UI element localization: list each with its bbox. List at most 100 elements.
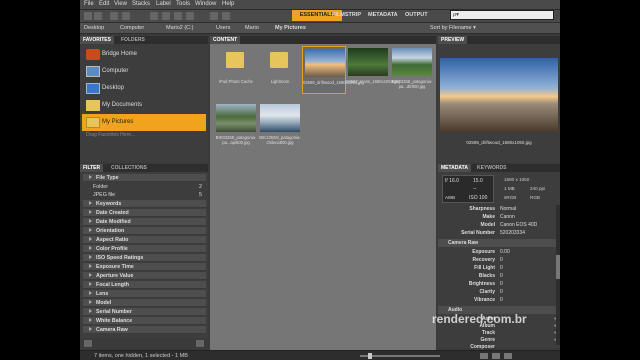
expand-icon bbox=[89, 264, 92, 268]
crumb-desktop[interactable]: Desktop bbox=[84, 25, 104, 31]
crumb-users[interactable]: Users bbox=[216, 25, 230, 31]
favorite-desktop[interactable]: Desktop bbox=[82, 80, 206, 97]
tab-metadata[interactable]: METADATA bbox=[438, 164, 471, 172]
menu-view[interactable]: View bbox=[114, 1, 127, 7]
filter-exposure-time[interactable]: Exposure Time bbox=[83, 263, 206, 271]
raw-blacks: Blacks 0 bbox=[478, 273, 503, 279]
menu-tools[interactable]: Tools bbox=[176, 1, 190, 7]
menu-window[interactable]: Window bbox=[195, 1, 216, 7]
rotate-right-icon[interactable] bbox=[222, 12, 230, 20]
view-list-icon[interactable] bbox=[504, 353, 512, 359]
tab-keywords[interactable]: KEYWORDS bbox=[474, 164, 509, 172]
filter-iso[interactable]: ISO Speed Ratings bbox=[83, 254, 206, 262]
search-icon: ρ▾ bbox=[453, 12, 459, 18]
expand-icon bbox=[89, 318, 92, 322]
filter-item-jpeg[interactable]: JPEG file 5 bbox=[83, 191, 206, 199]
favorite-computer[interactable]: Computer bbox=[82, 63, 206, 80]
filter-file-type[interactable]: File Type bbox=[83, 174, 206, 182]
crumb-computer[interactable]: Computer bbox=[120, 25, 144, 31]
folder-icon bbox=[226, 52, 244, 68]
tab-favorites[interactable]: FAVORITES bbox=[80, 36, 114, 44]
favorite-my-documents[interactable]: My Documents bbox=[82, 97, 206, 114]
expand-icon bbox=[89, 175, 92, 179]
view-grid-icon[interactable] bbox=[480, 353, 488, 359]
thumb-driftwood[interactable]: 02595_driftwood_1680x1050.jpg bbox=[302, 46, 364, 94]
workspace-filmstrip[interactable]: FILMSTRIP bbox=[332, 10, 361, 21]
expand-icon bbox=[89, 300, 92, 304]
bridge-home-icon bbox=[86, 49, 100, 60]
thumb-ipod-photo-cache[interactable]: iPod Photo Cache bbox=[214, 46, 258, 94]
file-data-box: 1680 x 1050 1 MB 240 ppi sRGB RGB bbox=[504, 177, 546, 200]
menu-help[interactable]: Help bbox=[222, 1, 234, 7]
expand-icon bbox=[89, 282, 92, 286]
crumb-drive[interactable]: Mario2 (C:) bbox=[166, 25, 194, 31]
filter-aspect-ratio[interactable]: Aspect Ratio bbox=[83, 236, 206, 244]
expand-icon bbox=[89, 210, 92, 214]
expand-icon bbox=[89, 246, 92, 250]
tab-preview[interactable]: PREVIEW bbox=[438, 36, 468, 44]
filter-date-modified[interactable]: Date Modified bbox=[83, 218, 206, 226]
filter-camera-raw[interactable]: Camera Raw bbox=[83, 326, 206, 334]
search-input[interactable]: ρ▾ bbox=[450, 10, 554, 20]
thumb-patagonia-2[interactable]: BIK03368_patagonia-pa...api800.jpg bbox=[214, 102, 258, 150]
favorites-panel-header: FAVORITES FOLDERS bbox=[80, 36, 208, 44]
rotate-left-icon[interactable] bbox=[210, 12, 218, 20]
filter-item-folder[interactable]: Folder 2 bbox=[83, 183, 206, 191]
sort-dropdown[interactable]: Sort by Filename ▾ bbox=[430, 25, 476, 31]
thumb-patagonia-chilena[interactable]: BIK13926l_patagonia-chilena800.jpg bbox=[258, 102, 302, 150]
filter-color-profile[interactable]: Color Profile bbox=[83, 245, 206, 253]
folder-up-icon[interactable] bbox=[110, 12, 118, 20]
favorite-my-pictures[interactable]: My Pictures bbox=[82, 114, 206, 131]
open-camera-raw-icon[interactable] bbox=[174, 12, 182, 20]
thumb-patagonia-1[interactable]: BIK03368_patagonia-pa...dtr800.jpg bbox=[390, 46, 434, 94]
metadata-scrollbar[interactable] bbox=[556, 205, 560, 345]
recent-icon[interactable] bbox=[122, 12, 130, 20]
photo-patagonia-1 bbox=[392, 48, 432, 76]
tab-filter[interactable]: FILTER bbox=[80, 164, 104, 172]
filter-orientation[interactable]: Orientation bbox=[83, 227, 206, 235]
filter-focal-length[interactable]: Focal Length bbox=[83, 281, 206, 289]
tab-collections[interactable]: COLLECTIONS bbox=[108, 164, 150, 172]
computer-icon bbox=[86, 66, 100, 77]
expand-icon bbox=[89, 237, 92, 241]
raw-recovery: Recovery 0 bbox=[472, 257, 503, 263]
crumb-mario[interactable]: Mario bbox=[245, 25, 259, 31]
filter-date-created[interactable]: Date Created bbox=[83, 209, 206, 217]
filter-serial-number[interactable]: Serial Number bbox=[83, 308, 206, 316]
thumbnail-size-slider[interactable] bbox=[360, 353, 440, 359]
pin-icon[interactable] bbox=[84, 340, 92, 347]
filter-white-balance[interactable]: White Balance bbox=[83, 317, 206, 325]
view-details-icon[interactable] bbox=[492, 353, 500, 359]
forward-icon[interactable] bbox=[94, 12, 102, 20]
camera-raw-section[interactable]: Camera Raw bbox=[438, 239, 556, 247]
filter-keywords[interactable]: Keywords bbox=[83, 200, 206, 208]
favorites-drop-hint: Drag Favorites Here... bbox=[86, 132, 136, 138]
filter-panel-header: FILTER COLLECTIONS bbox=[80, 164, 208, 172]
workspace-metadata[interactable]: METADATA bbox=[368, 10, 398, 21]
favorite-bridge-home[interactable]: Bridge Home bbox=[82, 46, 206, 63]
tab-folders[interactable]: FOLDERS bbox=[118, 36, 148, 44]
menu-label[interactable]: Label bbox=[156, 1, 171, 7]
back-icon[interactable] bbox=[84, 12, 92, 20]
filter-aperture[interactable]: Aperture Value bbox=[83, 272, 206, 280]
menu-bar: File Edit View Stacks Label Tools Window… bbox=[80, 0, 560, 10]
workspace-output[interactable]: OUTPUT bbox=[405, 10, 428, 21]
menu-file[interactable]: File bbox=[84, 1, 94, 7]
preview-image[interactable] bbox=[440, 58, 558, 132]
thumb-lightroom[interactable]: Lightroom bbox=[258, 46, 302, 94]
menu-edit[interactable]: Edit bbox=[99, 1, 109, 7]
tab-content[interactable]: CONTENT bbox=[210, 36, 241, 44]
filter-model[interactable]: Model bbox=[83, 299, 206, 307]
clear-filter-icon[interactable] bbox=[196, 340, 204, 347]
refine-icon[interactable] bbox=[162, 12, 170, 20]
thumb-moss[interactable]: 02597_moss_1680x1050.jpg bbox=[346, 46, 400, 94]
get-photos-icon[interactable] bbox=[150, 12, 158, 20]
slider-handle[interactable] bbox=[368, 353, 372, 359]
filter-lens[interactable]: Lens bbox=[83, 290, 206, 298]
scrollbar-thumb[interactable] bbox=[556, 255, 560, 279]
raw-fill-light: Fill Light 0 bbox=[474, 265, 503, 271]
crumb-my-pictures[interactable]: My Pictures bbox=[275, 25, 306, 31]
output-icon[interactable] bbox=[186, 12, 194, 20]
documents-folder-icon bbox=[86, 100, 100, 111]
menu-stacks[interactable]: Stacks bbox=[132, 1, 150, 7]
